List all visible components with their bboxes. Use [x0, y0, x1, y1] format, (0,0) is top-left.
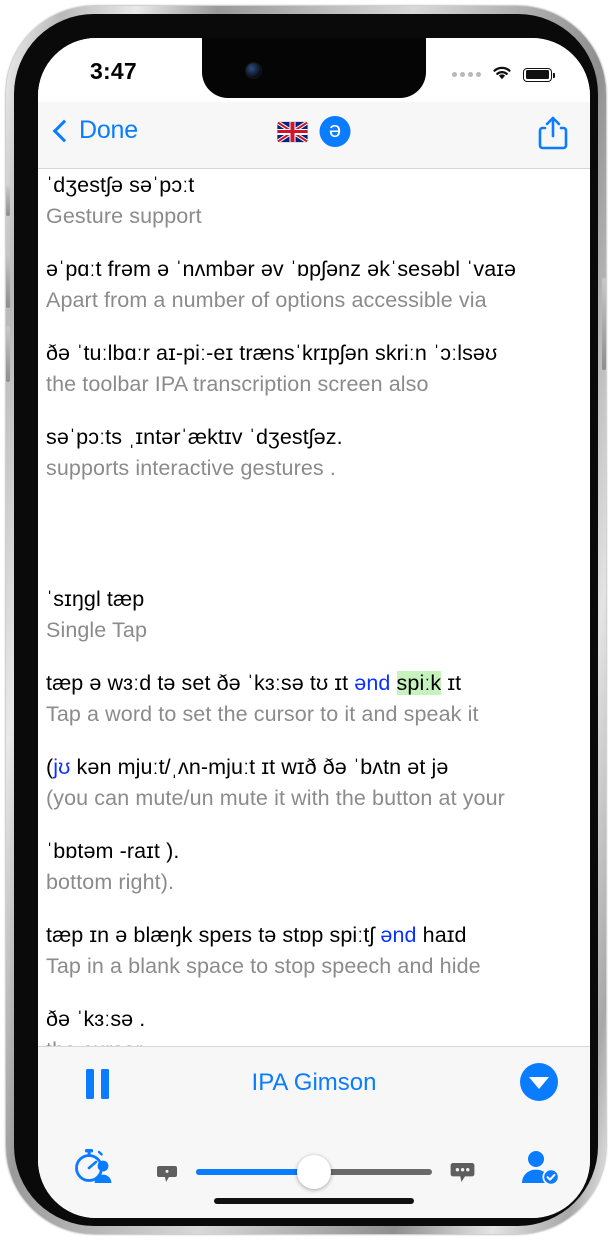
ipa-line[interactable]: (jʊ kən mjuːt/ˌʌn-mjuːt ɪt wɪð ðə ˈbʌtn …: [46, 751, 582, 783]
ipa-word-plain[interactable]: tæp ə wɜːd tə set ðə ˈkɜːsə tʊ ɪt: [46, 671, 354, 695]
ipa-word-plain[interactable]: ˈdʒestʃə səˈpɔːt: [46, 173, 194, 197]
transcript-pair[interactable]: (jʊ kən mjuːt/ˌʌn-mjuːt ɪt wɪð ðə ˈbʌtn …: [46, 751, 582, 813]
ipa-word-plain[interactable]: səˈpɔːts ˌɪntərˈæktɪv ˈdʒestʃəz.: [46, 425, 343, 449]
power-button[interactable]: [602, 278, 606, 370]
back-done-button[interactable]: Done: [52, 116, 138, 145]
ipa-word-plain[interactable]: əˈpɑːt frəm ə ˈnʌmbər əv ˈɒpʃənz əkˈsesə…: [46, 257, 516, 281]
ipa-word-plain[interactable]: haɪd: [417, 923, 467, 947]
gloss-line: Tap in a blank space to stop speech and …: [46, 954, 481, 978]
phone-device-frame: 3:47 Done ə ˈdʒestʃə səˈpɔːt Gesture sup…: [6, 6, 606, 1234]
ipa-word-blue[interactable]: jʊ: [53, 755, 70, 779]
chevron-left-icon: [52, 119, 76, 143]
pause-button[interactable]: [86, 1069, 109, 1099]
transcript-spacer: [46, 487, 582, 583]
ipa-word-plain[interactable]: tæp ɪn ə blæŋk speɪs tə stɒp spiːtʃ: [46, 923, 380, 947]
ipa-line[interactable]: ðə ˈtuːlbɑːr aɪ-piː-eɪ trænsˈkrɪpʃən skr…: [46, 337, 582, 369]
notch: [202, 38, 426, 98]
player-toolbar: IPA Gimson: [38, 1046, 590, 1218]
ipa-line[interactable]: ˈdʒestʃə səˈpɔːt: [46, 169, 582, 201]
transcript-pair[interactable]: səˈpɔːts ˌɪntərˈæktɪv ˈdʒestʃəz. supports…: [46, 421, 582, 483]
done-label: Done: [79, 116, 138, 144]
nav-center-group: ə: [277, 116, 351, 147]
gloss-line: Tap a word to set the cursor to it and s…: [46, 702, 479, 726]
speech-bubble-large-icon[interactable]: [450, 1160, 476, 1191]
navigation-bar: Done ə: [38, 102, 590, 169]
transcript-pair[interactable]: ðə ˈkɜːsə .the cursor.: [46, 1003, 582, 1047]
ipa-word-blue[interactable]: ənd: [354, 671, 390, 695]
cellular-signal-icon: [452, 72, 481, 77]
ipa-schwa-badge[interactable]: ə: [319, 116, 351, 147]
transcript-blocks: ˈdʒestʃə səˈpɔːt Gesture support əˈpɑːt fr…: [38, 169, 590, 1047]
transcript-pair[interactable]: əˈpɑːt frəm ə ˈnʌmbər əv ˈɒpʃənz əkˈsesə…: [46, 253, 582, 315]
gloss-line: supports interactive gestures .: [46, 456, 336, 480]
battery-full-icon: [523, 67, 555, 82]
front-camera-icon: [246, 63, 261, 78]
ipa-word-highlighted[interactable]: spiːk: [396, 671, 442, 695]
ipa-word-plain[interactable]: kən mjuːt/ˌʌn-mjuːt ɪt wɪð ðə ˈbʌtn ət j…: [70, 755, 449, 779]
speech-rate-slider-thumb[interactable]: [297, 1155, 331, 1189]
gloss-line: Apart from a number of options accessibl…: [46, 288, 487, 312]
transcript-pair[interactable]: ðə ˈtuːlbɑːr aɪ-piː-eɪ trænsˈkrɪpʃən skr…: [46, 337, 582, 399]
status-indicators: [452, 63, 555, 86]
ipa-line[interactable]: tæp ə wɜːd tə set ðə ˈkɜːsə tʊ ɪt ənd sp…: [46, 667, 582, 699]
ipa-word-plain[interactable]: [390, 671, 396, 695]
toolbar-top-row: IPA Gimson: [38, 1047, 590, 1123]
gloss-line: (you can mute/un mute it with the button…: [46, 786, 505, 810]
phone-screen: 3:47 Done ə ˈdʒestʃə səˈpɔːt Gesture sup…: [38, 38, 590, 1218]
transcript-pair[interactable]: tæp ɪn ə blæŋk speɪs tə stɒp spiːtʃ ənd …: [46, 919, 582, 981]
ipa-line[interactable]: tæp ɪn ə blæŋk speɪs tə stɒp spiːtʃ ənd …: [46, 919, 582, 951]
transcript-pair[interactable]: ˈbɒtəm -raɪt ). bottom right).: [46, 835, 582, 897]
ipa-line[interactable]: əˈpɑːt frəm ə ˈnʌmbər əv ˈɒpʃənz əkˈsesə…: [46, 253, 582, 285]
ipa-word-plain[interactable]: ðə ˈkɜːsə .: [46, 1007, 145, 1031]
ipa-word-plain[interactable]: ɪt: [441, 671, 461, 695]
gloss-line: bottom right).: [46, 870, 175, 894]
transcript-pair[interactable]: tæp ə wɜːd tə set ðə ˈkɜːsə tʊ ɪt ənd sp…: [46, 667, 582, 729]
gloss-line: Single Tap: [46, 618, 148, 642]
person-check-icon[interactable]: [518, 1147, 562, 1192]
collapse-toolbar-button[interactable]: [520, 1063, 558, 1101]
ipa-word-plain[interactable]: ðə ˈtuːlbɑːr aɪ-piː-eɪ trænsˈkrɪpʃən skr…: [46, 341, 497, 365]
stopwatch-person-icon[interactable]: [72, 1145, 118, 1192]
transcript-pair[interactable]: ˈsɪŋgl tæp Single Tap: [46, 583, 582, 645]
mute-switch[interactable]: [6, 186, 10, 216]
ipa-line[interactable]: səˈpɔːts ˌɪntərˈæktɪv ˈdʒestʃəz.: [46, 421, 582, 453]
ipa-line[interactable]: ðə ˈkɜːsə .: [46, 1003, 582, 1035]
gloss-line: Gesture support: [46, 204, 202, 228]
wifi-icon: [490, 63, 514, 86]
ipa-word-plain[interactable]: ˈbɒtəm -raɪt ).: [46, 839, 179, 863]
transcript-pair[interactable]: ˈdʒestʃə səˈpɔːt Gesture support: [46, 169, 582, 231]
uk-flag-icon[interactable]: [277, 121, 308, 142]
ipa-line[interactable]: ˈbɒtəm -raɪt ).: [46, 835, 582, 867]
speech-rate-slider-track[interactable]: [196, 1155, 432, 1189]
ipa-line[interactable]: ˈsɪŋgl tæp: [46, 583, 582, 615]
volume-up-button[interactable]: [6, 252, 10, 308]
phone-bezel: 3:47 Done ə ˈdʒestʃə səˈpɔːt Gesture sup…: [14, 14, 598, 1226]
home-indicator: [214, 1198, 414, 1204]
ipa-word-plain[interactable]: ˈsɪŋgl tæp: [46, 587, 144, 611]
volume-down-button[interactable]: [6, 326, 10, 382]
gloss-line: the toolbar IPA transcription screen als…: [46, 372, 429, 396]
speech-rate-slider-group: [156, 1155, 476, 1189]
ipa-word-blue[interactable]: ənd: [380, 923, 416, 947]
share-button[interactable]: [536, 114, 570, 157]
status-clock: 3:47: [90, 58, 137, 84]
speech-bubble-small-icon[interactable]: [156, 1163, 178, 1190]
voice-name-label[interactable]: IPA Gimson: [252, 1069, 377, 1097]
transcript-content[interactable]: ˈdʒestʃə səˈpɔːt Gesture support əˈpɑːt fr…: [38, 169, 590, 1047]
